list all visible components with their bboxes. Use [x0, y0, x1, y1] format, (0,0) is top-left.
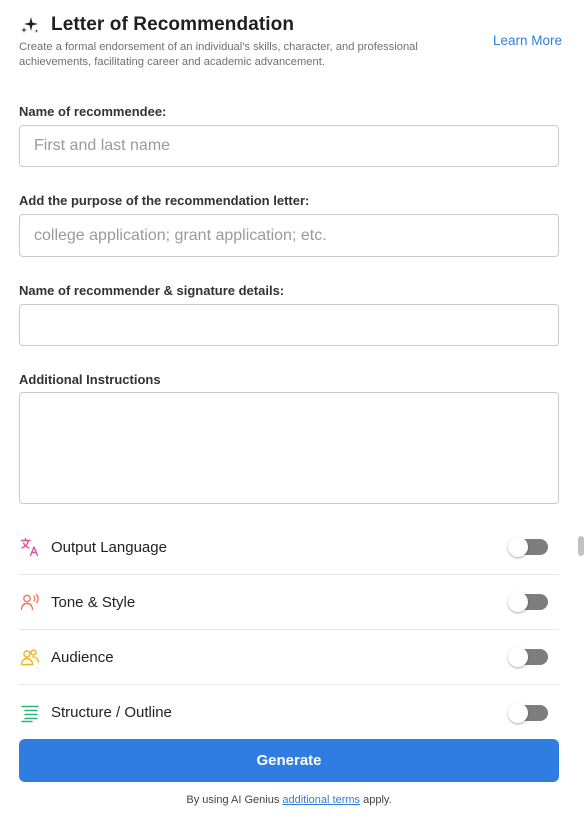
option-audience[interactable]: Audience	[19, 630, 559, 685]
option-label: Output Language	[51, 538, 167, 556]
terms-notice: By using AI Genius additional terms appl…	[0, 794, 578, 806]
recommender-input[interactable]	[19, 304, 559, 346]
generate-button[interactable]: Generate	[19, 739, 559, 782]
purpose-label: Add the purpose of the recommendation le…	[19, 193, 310, 208]
tone-style-toggle[interactable]	[508, 592, 548, 612]
learn-more-link[interactable]: Learn More	[493, 33, 562, 48]
terms-suffix: apply.	[360, 794, 392, 806]
option-tone-style[interactable]: Tone & Style	[19, 575, 559, 630]
translate-icon	[19, 536, 41, 558]
toggle-knob	[508, 647, 528, 667]
purpose-input[interactable]	[19, 214, 559, 257]
sparkle-icon	[21, 17, 39, 33]
option-label: Audience	[51, 648, 114, 666]
output-language-toggle[interactable]	[508, 537, 548, 557]
recommendee-input[interactable]	[19, 125, 559, 167]
additional-terms-link[interactable]: additional terms	[282, 794, 360, 806]
speaking-person-icon	[19, 591, 41, 613]
instructions-label: Additional Instructions	[19, 372, 161, 387]
toggle-knob	[508, 537, 528, 557]
terms-prefix: By using AI Genius	[186, 794, 283, 806]
recommender-label: Name of recommender & signature details:	[19, 283, 285, 298]
option-label: Structure / Outline	[51, 704, 172, 721]
option-structure-outline[interactable]: Structure / Outline	[19, 685, 559, 740]
outline-list-icon	[19, 702, 41, 724]
toggle-knob	[508, 702, 528, 723]
toggle-knob	[508, 592, 528, 612]
title-row: Letter of Recommendation	[19, 12, 564, 38]
option-output-language[interactable]: Output Language	[19, 520, 559, 575]
recommendee-label: Name of recommendee:	[19, 104, 167, 119]
scrollbar-thumb[interactable]	[578, 536, 584, 556]
page-title: Letter of Recommendation	[51, 14, 295, 35]
header: Letter of Recommendation Create a formal…	[19, 12, 564, 70]
audience-toggle[interactable]	[508, 647, 548, 667]
people-group-icon	[19, 646, 41, 668]
structure-outline-toggle[interactable]	[508, 702, 548, 723]
page-subtitle: Create a formal endorsement of an indivi…	[19, 41, 418, 68]
instructions-textarea[interactable]	[19, 392, 559, 504]
option-label: Tone & Style	[51, 593, 136, 611]
